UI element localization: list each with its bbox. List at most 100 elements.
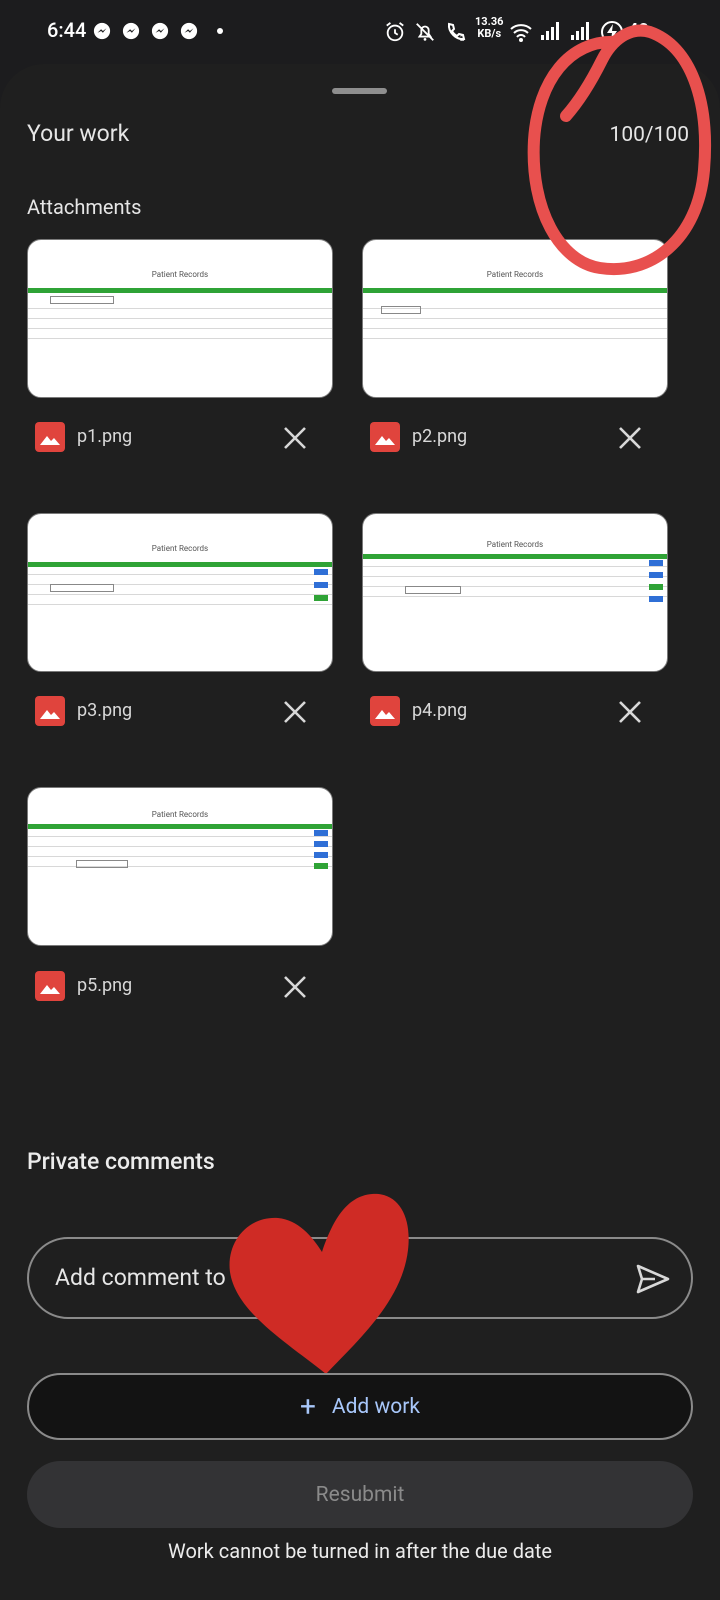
- thumbnail-row: [28, 594, 332, 595]
- remove-attachment-button[interactable]: [279, 696, 311, 728]
- thumbnail-highlight: [405, 586, 461, 594]
- attachment-file-name: p2.png: [412, 426, 468, 447]
- messenger-icon: [122, 22, 140, 40]
- attachment-thumbnail[interactable]: Patient Records: [362, 513, 668, 672]
- thumbnail-highlight: [76, 860, 128, 868]
- thumbnail-row: [28, 574, 332, 575]
- resubmit-button[interactable]: Resubmit: [27, 1461, 693, 1528]
- close-icon: [284, 427, 306, 449]
- battery-charging-icon: [601, 21, 623, 43]
- thumbnail-header-bar: [28, 288, 332, 293]
- alarm-icon: [386, 22, 404, 42]
- network-speed-unit: KB/s: [477, 27, 502, 40]
- messenger-icon: [93, 22, 111, 40]
- attachment-file-name: p4.png: [412, 700, 468, 721]
- thumbnail-row: [28, 836, 332, 837]
- thumbnail-row: [363, 576, 667, 577]
- status-time: 6:44: [47, 18, 87, 42]
- close-icon: [284, 976, 306, 998]
- thumbnail-action-mark: [314, 569, 328, 575]
- thumbnail-row: [363, 338, 667, 339]
- wifi-call-icon: 2: [447, 22, 466, 43]
- image-file-icon: [35, 422, 65, 452]
- thumbnail-action-mark: [314, 582, 328, 588]
- thumbnail-title: Patient Records: [151, 810, 209, 819]
- thumbnail-action-mark: [314, 595, 328, 601]
- private-comments-label: Private comments: [27, 1148, 215, 1175]
- bell-off-icon: [416, 23, 434, 41]
- attachments-label: Attachments: [27, 195, 142, 219]
- drag-handle[interactable]: [332, 88, 387, 94]
- plus-icon: +: [299, 1389, 316, 1423]
- attachment-file-row: p3.png: [27, 694, 327, 734]
- messenger-icon: [151, 22, 169, 40]
- comment-placeholder: Add comment to: [55, 1264, 226, 1291]
- thumbnail-title: Patient Records: [151, 544, 209, 553]
- thumbnail-row: [28, 318, 332, 319]
- thumbnail-row: [28, 856, 332, 857]
- close-icon: [284, 701, 306, 723]
- network-speed: 13.36 KB/s: [475, 16, 503, 40]
- thumbnail-title: Patient Records: [151, 270, 209, 279]
- attachment-file-name: p5.png: [77, 975, 133, 996]
- send-icon[interactable]: [635, 1263, 671, 1295]
- image-file-icon: [35, 971, 65, 1001]
- thumbnail-header-bar: [363, 288, 667, 293]
- image-file-icon: [370, 422, 400, 452]
- thumbnail-action-mark: [649, 560, 663, 566]
- battery-level: 40: [628, 20, 649, 41]
- close-icon: [619, 701, 641, 723]
- remove-attachment-button[interactable]: [279, 971, 311, 1003]
- attachment-thumbnail[interactable]: Patient Records: [27, 239, 333, 398]
- attachment-file-row: p2.png: [362, 420, 662, 460]
- thumbnail-row: [363, 328, 667, 329]
- image-file-icon: [370, 696, 400, 726]
- thumbnail-row: [28, 328, 332, 329]
- thumbnail-action-mark: [314, 863, 328, 869]
- attachment-thumbnail[interactable]: Patient Records: [27, 513, 333, 672]
- thumbnail-title: Patient Records: [486, 270, 544, 279]
- attachment-file-row: p4.png: [362, 694, 662, 734]
- thumbnail-row: [363, 596, 667, 597]
- due-date-note: Work cannot be turned in after the due d…: [168, 1539, 552, 1563]
- thumbnail-header-bar: [28, 824, 332, 829]
- remove-attachment-button[interactable]: [279, 422, 311, 454]
- attachment-file-row: p1.png: [27, 420, 327, 460]
- thumbnail-row: [28, 846, 332, 847]
- thumbnail-row: [28, 604, 332, 605]
- svg-text:2: 2: [460, 34, 465, 43]
- notification-dot: [217, 28, 223, 34]
- add-work-label: Add work: [331, 1394, 420, 1419]
- thumbnail-row: [28, 866, 332, 867]
- messenger-icon: [180, 22, 198, 40]
- heart-annotation: [229, 1193, 409, 1374]
- grade: 100/100: [609, 123, 689, 147]
- status-bar: 6:44 2 13.36 KB/s 40: [0, 0, 720, 64]
- thumbnail-header-bar: [363, 554, 667, 559]
- thumbnail-action-mark: [649, 584, 663, 590]
- thumbnail-header-bar: [28, 562, 332, 567]
- thumbnail-action-mark: [649, 572, 663, 578]
- thumbnail-action-mark: [314, 841, 328, 847]
- thumbnail-row: [363, 566, 667, 567]
- thumbnail-row: [28, 338, 332, 339]
- thumbnail-action-mark: [314, 830, 328, 836]
- attachment-thumbnail[interactable]: Patient Records: [27, 787, 333, 946]
- thumbnail-action-mark: [649, 596, 663, 602]
- close-icon: [619, 427, 641, 449]
- add-work-button[interactable]: + Add work: [27, 1373, 693, 1440]
- thumbnail-highlight: [381, 306, 421, 314]
- attachment-file-name: p3.png: [77, 700, 133, 721]
- remove-attachment-button[interactable]: [614, 422, 646, 454]
- sheet-title: Your work: [27, 120, 130, 147]
- signal-icon: [571, 22, 589, 40]
- image-file-icon: [35, 696, 65, 726]
- thumbnail-row: [363, 318, 667, 319]
- thumbnail-action-mark: [314, 852, 328, 858]
- wifi-icon: [510, 24, 532, 42]
- attachment-thumbnail[interactable]: Patient Records: [362, 239, 668, 398]
- attachment-file-name: p1.png: [77, 426, 133, 447]
- thumbnail-title: Patient Records: [486, 540, 544, 549]
- resubmit-label: Resubmit: [315, 1482, 405, 1507]
- remove-attachment-button[interactable]: [614, 696, 646, 728]
